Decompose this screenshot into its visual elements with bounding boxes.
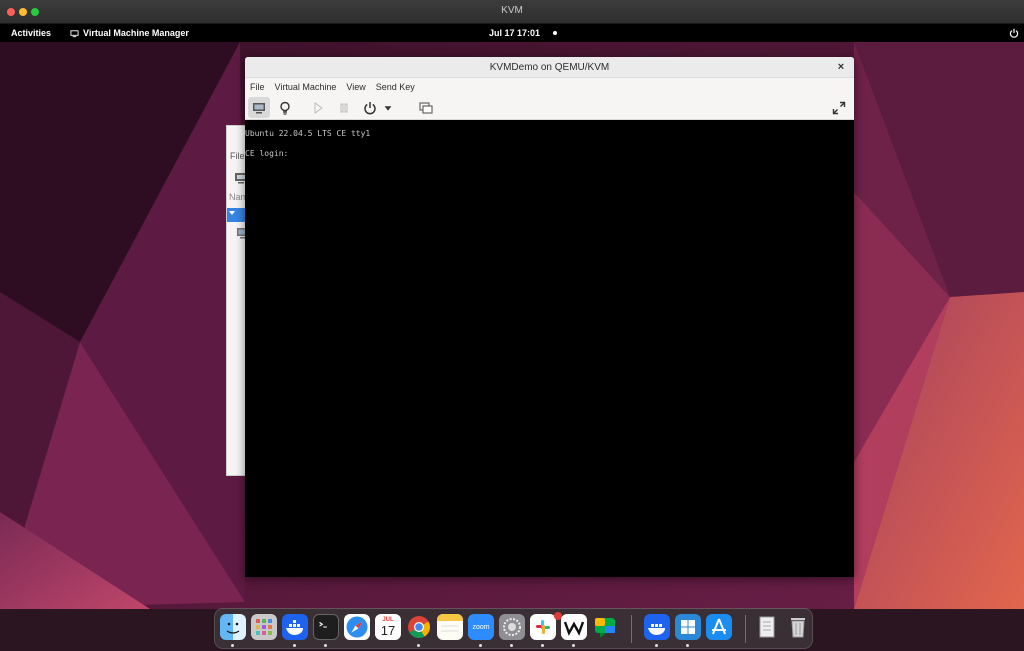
console-login-prompt: CE login: (245, 149, 289, 158)
wps-running-dot (572, 644, 575, 647)
app-menu[interactable]: Virtual Machine Manager (70, 28, 189, 38)
zoom-running-dot (479, 644, 482, 647)
pause-icon (340, 103, 348, 112)
notification-dot (553, 31, 557, 35)
terminal-running-dot (324, 644, 327, 647)
notes-icon[interactable] (437, 614, 463, 640)
shutdown-button[interactable] (359, 97, 381, 118)
dock-separator (631, 615, 632, 643)
vm-console-window[interactable]: KVMDemo on QEMU/KVM × File Virtual Machi… (245, 57, 854, 577)
system-settings-running-dot (510, 644, 513, 647)
chrome-icon[interactable] (406, 614, 432, 640)
safari-icon[interactable] (344, 614, 370, 640)
dock-separator (745, 615, 746, 643)
fullscreen-icon (832, 101, 846, 114)
host-titlebar: KVM (0, 0, 1024, 24)
trash-icon[interactable] (785, 614, 811, 640)
shutdown-menu-button[interactable] (382, 97, 394, 118)
calendar-day: 17 (380, 622, 396, 638)
slack-running-dot (541, 644, 544, 647)
menu-view[interactable]: View (341, 78, 370, 95)
vm-menubar: File Virtual Machine View Send Key (245, 78, 854, 95)
power-icon[interactable] (1009, 28, 1019, 38)
show-console-button[interactable] (248, 97, 270, 118)
system-settings-icon[interactable] (499, 614, 525, 640)
clock[interactable]: Jul 17 17:01 (489, 28, 540, 38)
docker-desktop-icon[interactable] (644, 614, 670, 640)
manager-file-menu[interactable]: File (230, 151, 245, 161)
finder-running-dot (231, 644, 234, 647)
show-details-button[interactable] (274, 97, 296, 118)
slack-icon[interactable] (530, 614, 556, 640)
vm-toolbar (245, 95, 854, 120)
google-chat-icon[interactable] (592, 614, 618, 640)
wps-icon[interactable] (561, 614, 587, 640)
windows-app-running-dot (686, 644, 689, 647)
app-menu-label: Virtual Machine Manager (83, 28, 189, 38)
run-button[interactable] (307, 97, 329, 118)
docker-running-dot (293, 644, 296, 647)
zoom-icon[interactable]: zoom (468, 614, 494, 640)
app-store-icon[interactable] (706, 614, 732, 640)
vm-window-titlebar[interactable]: KVMDemo on QEMU/KVM × (245, 57, 854, 78)
menu-send-key[interactable]: Send Key (371, 78, 420, 95)
play-icon (314, 101, 323, 114)
console-os-banner: Ubuntu 22.04.5 LTS CE tty1 (245, 129, 371, 138)
host-window-title: KVM (501, 5, 523, 16)
expand-arrow-icon[interactable] (229, 211, 235, 215)
chrome-running-dot (417, 644, 420, 647)
gnome-top-bar: Activities Virtual Machine Manager Jul 1… (0, 24, 1024, 42)
vm-window-title: KVMDemo on QEMU/KVM (489, 62, 610, 73)
pause-button[interactable] (333, 97, 355, 118)
snapshots-button[interactable] (415, 97, 437, 118)
chevron-down-icon (384, 105, 392, 111)
document-icon[interactable] (754, 614, 780, 640)
fullscreen-button[interactable] (828, 97, 850, 118)
launchpad-icon[interactable] (251, 614, 277, 640)
docker-icon[interactable] (282, 614, 308, 640)
dock: JUL 17 zoom (214, 608, 813, 649)
docker-desktop-running-dot (655, 644, 658, 647)
power-icon (364, 101, 376, 114)
terminal-icon[interactable] (313, 614, 339, 640)
menu-file[interactable]: File (245, 78, 270, 95)
monitor-icon (253, 102, 265, 113)
calendar-icon[interactable]: JUL 17 (375, 614, 401, 640)
lightbulb-icon (280, 101, 290, 115)
activities-button[interactable]: Activities (11, 28, 51, 38)
vm-manager-app-icon (70, 29, 79, 37)
zoom-label: zoom (472, 623, 490, 631)
windows-app-icon[interactable] (675, 614, 701, 640)
finder-icon[interactable] (220, 614, 246, 640)
vm-console-display[interactable]: Ubuntu 22.04.5 LTS CE tty1 CE login: (245, 120, 854, 577)
menu-virtual-machine[interactable]: Virtual Machine (270, 78, 342, 95)
vm-close-button[interactable]: × (834, 60, 848, 74)
snapshot-icon (419, 101, 433, 114)
